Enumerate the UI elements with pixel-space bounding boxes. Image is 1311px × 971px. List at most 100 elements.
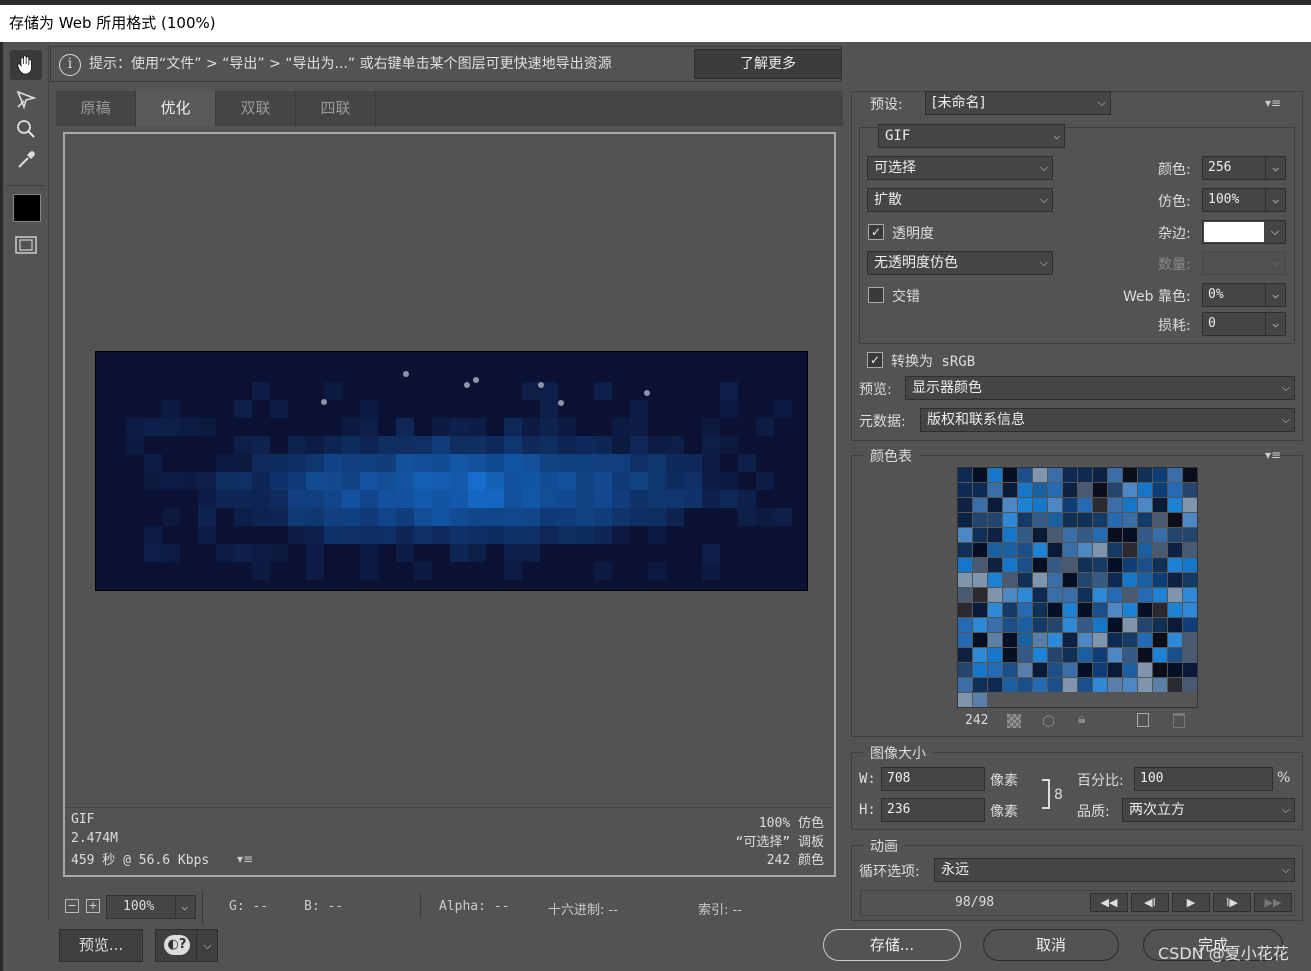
- interlaced-checkbox[interactable]: [868, 287, 884, 303]
- color-swatch[interactable]: [973, 603, 987, 617]
- slice-select-tool-icon[interactable]: [10, 84, 42, 114]
- color-swatch[interactable]: [1153, 678, 1167, 692]
- color-swatch[interactable]: [1108, 528, 1122, 542]
- color-swatch[interactable]: [1018, 588, 1032, 602]
- color-swatch[interactable]: [1078, 498, 1092, 512]
- color-swatch[interactable]: [1003, 543, 1017, 557]
- color-swatch[interactable]: [1093, 558, 1107, 572]
- color-swatch[interactable]: [1063, 498, 1077, 512]
- color-swatch[interactable]: [958, 633, 972, 647]
- color-swatch[interactable]: [958, 468, 972, 482]
- color-swatch[interactable]: [1183, 528, 1197, 542]
- color-swatch[interactable]: [988, 543, 1002, 557]
- color-swatch[interactable]: [958, 678, 972, 692]
- color-swatch[interactable]: [1093, 528, 1107, 542]
- color-swatch[interactable]: [958, 513, 972, 527]
- color-swatch[interactable]: [1078, 588, 1092, 602]
- color-swatch[interactable]: [1063, 558, 1077, 572]
- color-swatch[interactable]: [1108, 603, 1122, 617]
- web-shift-cube-icon[interactable]: ⬡: [1042, 712, 1055, 730]
- color-swatch[interactable]: [1018, 663, 1032, 677]
- metadata-select[interactable]: 版权和联系信息 ⌵: [920, 408, 1295, 432]
- color-swatch[interactable]: [1003, 648, 1017, 662]
- color-swatch[interactable]: [1153, 618, 1167, 632]
- zoom-out-button[interactable]: −: [65, 899, 79, 913]
- color-swatch[interactable]: [1138, 573, 1152, 587]
- color-swatch[interactable]: [1123, 573, 1137, 587]
- color-swatch[interactable]: [1048, 648, 1062, 662]
- color-reduction-select[interactable]: 可选择 ⌵: [867, 156, 1053, 180]
- color-swatch[interactable]: [988, 468, 1002, 482]
- color-swatch[interactable]: [988, 603, 1002, 617]
- height-input[interactable]: 236: [881, 798, 985, 822]
- color-swatch[interactable]: [1168, 543, 1182, 557]
- color-swatch[interactable]: [1123, 468, 1137, 482]
- color-swatch[interactable]: [988, 663, 1002, 677]
- color-swatch[interactable]: [1123, 663, 1137, 677]
- color-swatch[interactable]: [1093, 648, 1107, 662]
- color-swatch[interactable]: [1153, 633, 1167, 647]
- color-swatch[interactable]: [973, 663, 987, 677]
- previous-frame-button[interactable]: ◀I: [1131, 893, 1169, 912]
- color-swatch[interactable]: [1093, 663, 1107, 677]
- color-swatch[interactable]: [958, 498, 972, 512]
- learn-more-button[interactable]: 了解更多: [694, 49, 842, 79]
- color-swatch[interactable]: [1048, 513, 1062, 527]
- percent-input[interactable]: 100: [1134, 767, 1273, 791]
- color-swatch[interactable]: [1048, 663, 1062, 677]
- color-swatch[interactable]: [1063, 483, 1077, 497]
- color-swatch[interactable]: [1063, 663, 1077, 677]
- color-swatch[interactable]: [1168, 573, 1182, 587]
- color-swatch[interactable]: [988, 558, 1002, 572]
- zoom-tool-icon[interactable]: [10, 114, 42, 144]
- color-swatch[interactable]: [1138, 528, 1152, 542]
- eyedropper-tool-icon[interactable]: [10, 145, 42, 175]
- toggle-slices-icon[interactable]: [10, 230, 42, 260]
- color-swatch[interactable]: [1123, 513, 1137, 527]
- color-swatch[interactable]: [1168, 663, 1182, 677]
- color-swatch[interactable]: [1093, 513, 1107, 527]
- zoom-in-button[interactable]: +: [86, 899, 100, 913]
- color-swatch[interactable]: [1078, 678, 1092, 692]
- new-color-icon[interactable]: [1137, 713, 1149, 727]
- color-swatch[interactable]: [1153, 513, 1167, 527]
- color-swatch[interactable]: [1123, 498, 1137, 512]
- color-swatch[interactable]: [1033, 603, 1047, 617]
- color-swatch[interactable]: [1138, 618, 1152, 632]
- color-swatch[interactable]: [1063, 648, 1077, 662]
- color-swatch[interactable]: [1108, 543, 1122, 557]
- color-swatch[interactable]: [1048, 498, 1062, 512]
- color-swatch[interactable]: [1153, 498, 1167, 512]
- color-swatch[interactable]: [1093, 603, 1107, 617]
- color-swatch[interactable]: [1108, 663, 1122, 677]
- download-speed-menu-icon[interactable]: ▾≡: [237, 852, 253, 866]
- color-table-grid[interactable]: [957, 467, 1198, 708]
- color-swatch[interactable]: [1078, 648, 1092, 662]
- color-swatch[interactable]: [1168, 528, 1182, 542]
- color-swatch[interactable]: [1108, 573, 1122, 587]
- color-swatch[interactable]: [1063, 573, 1077, 587]
- color-swatch[interactable]: [1048, 573, 1062, 587]
- color-swatch[interactable]: [1123, 588, 1137, 602]
- color-swatch[interactable]: [1048, 558, 1062, 572]
- color-swatch[interactable]: [1078, 513, 1092, 527]
- color-swatch[interactable]: [973, 588, 987, 602]
- color-swatch[interactable]: [1048, 633, 1062, 647]
- color-swatch[interactable]: [1108, 513, 1122, 527]
- color-swatch[interactable]: [1168, 648, 1182, 662]
- color-swatch[interactable]: [1108, 498, 1122, 512]
- color-swatch[interactable]: [1033, 528, 1047, 542]
- color-swatch[interactable]: [1168, 468, 1182, 482]
- color-swatch[interactable]: [1183, 573, 1197, 587]
- color-swatch[interactable]: [973, 498, 987, 512]
- color-swatch[interactable]: [1003, 498, 1017, 512]
- link-icon[interactable]: 8: [1054, 787, 1063, 803]
- color-swatch[interactable]: [1183, 588, 1197, 602]
- color-swatch[interactable]: [1078, 633, 1092, 647]
- color-swatch[interactable]: [1033, 573, 1047, 587]
- color-swatch[interactable]: [1123, 648, 1137, 662]
- color-swatch[interactable]: [1033, 483, 1047, 497]
- color-swatch[interactable]: [1018, 498, 1032, 512]
- color-swatch[interactable]: [1138, 663, 1152, 677]
- color-swatch[interactable]: [1048, 588, 1062, 602]
